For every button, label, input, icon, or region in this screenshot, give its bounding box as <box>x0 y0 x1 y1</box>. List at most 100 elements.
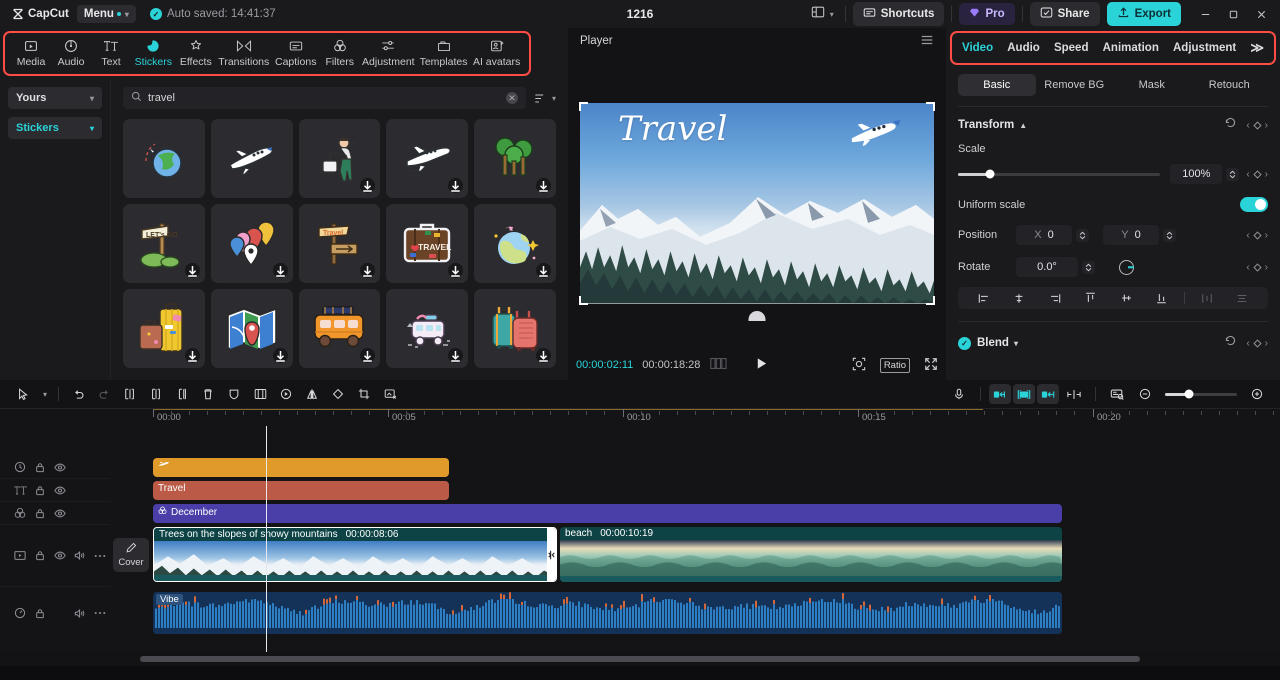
playhead[interactable] <box>266 426 267 652</box>
uniform-scale-toggle[interactable] <box>1240 197 1268 212</box>
nav-item-templates[interactable]: Templates <box>417 36 470 70</box>
sticker-map-pins[interactable] <box>210 204 293 283</box>
sticker-teal-red-luggage[interactable] <box>474 289 556 368</box>
redo-icon[interactable] <box>91 383 117 405</box>
resize-handle-tr[interactable] <box>926 101 935 111</box>
chevron-up-icon[interactable]: ▲ <box>1019 121 1027 130</box>
download-icon[interactable] <box>448 178 464 193</box>
sticker-globe-with-plane[interactable] <box>123 119 205 198</box>
tab-speed[interactable]: Speed <box>1054 42 1089 54</box>
timeline-ruler[interactable]: 00:00 00:05 00:10 00:15 00:20 <box>0 408 1280 426</box>
sticker-traveler-with-luggage[interactable] <box>298 119 381 198</box>
align-right-icon[interactable] <box>1037 293 1073 304</box>
rotate-stepper[interactable] <box>1082 260 1095 274</box>
download-icon[interactable] <box>360 263 376 278</box>
auto-cut-left-icon[interactable] <box>989 384 1011 404</box>
frames-icon[interactable] <box>710 358 727 372</box>
nav-item-media[interactable]: Media <box>11 36 51 70</box>
download-icon[interactable] <box>448 263 464 278</box>
volume-icon[interactable] <box>70 550 90 561</box>
sticker-lets-go-signpost[interactable]: LET's GO <box>123 204 205 283</box>
nav-item-stickers[interactable]: Stickers <box>131 36 176 70</box>
library-category-select[interactable]: Stickers ▾ <box>8 117 102 139</box>
zoom-slider-knob[interactable] <box>1184 389 1194 399</box>
lock-icon[interactable] <box>30 550 50 561</box>
download-icon[interactable] <box>184 348 200 363</box>
download-icon[interactable] <box>360 348 376 363</box>
sticker-orange-van[interactable] <box>298 289 381 368</box>
cover-button[interactable]: Cover <box>113 538 149 572</box>
freeze-icon[interactable] <box>247 383 273 405</box>
undo-icon[interactable] <box>65 383 91 405</box>
eye-icon[interactable] <box>50 551 70 560</box>
split-icon[interactable] <box>117 383 143 405</box>
scale-slider[interactable] <box>958 169 1161 179</box>
subtab-retouch[interactable]: Retouch <box>1191 74 1269 96</box>
position-x-stepper[interactable] <box>1076 228 1089 242</box>
position-keyframe-icon[interactable]: ‹ › <box>1246 230 1268 241</box>
record-voiceover-icon[interactable] <box>946 383 972 405</box>
mirror-icon[interactable] <box>299 383 325 405</box>
chevron-down-icon[interactable]: ▾ <box>1014 339 1018 348</box>
volume-icon[interactable] <box>70 608 90 619</box>
clip-sticker[interactable] <box>153 458 449 477</box>
horizontal-scrollbar[interactable] <box>140 656 1140 662</box>
download-icon[interactable] <box>272 348 288 363</box>
blend-reset-icon[interactable] <box>1224 334 1237 352</box>
distribute-v-icon[interactable] <box>1224 293 1260 304</box>
download-icon[interactable] <box>184 263 200 278</box>
position-x-input[interactable]: X 0 <box>1016 225 1072 245</box>
nav-item-text[interactable]: Text <box>91 36 131 70</box>
clip-text[interactable]: Travel <box>153 481 449 500</box>
sticker-folded-map[interactable] <box>210 289 293 368</box>
sticker-earth-with-car[interactable] <box>474 204 556 283</box>
clip-video-selected[interactable]: Trees on the slopes of snowy mountains 0… <box>153 527 557 582</box>
subtab-mask[interactable]: Mask <box>1113 74 1191 96</box>
distribute-h-icon[interactable] <box>1189 293 1225 304</box>
rotate-input[interactable]: 0.0° <box>1016 257 1078 277</box>
more-tabs-icon[interactable]: ≫ <box>1250 40 1264 56</box>
reset-icon[interactable] <box>1224 116 1237 134</box>
select-tool-chevron-icon[interactable]: ▾ <box>36 383 52 405</box>
download-icon[interactable] <box>536 178 551 193</box>
share-button[interactable]: Share <box>1029 2 1100 26</box>
nav-item-filters[interactable]: Filters <box>320 36 360 70</box>
reverse-icon[interactable] <box>273 383 299 405</box>
sticker-travel-suitcase[interactable]: TRAVEL <box>386 204 469 283</box>
scale-keyframe-icon[interactable]: ‹ › <box>1246 169 1268 180</box>
rotate-keyframe-icon[interactable]: ‹ › <box>1246 262 1268 273</box>
zoom-out-icon[interactable] <box>1132 383 1158 405</box>
zoom-fit-icon[interactable] <box>852 357 866 374</box>
remove-bg-icon[interactable] <box>377 383 403 405</box>
rotate-dial[interactable] <box>1119 259 1134 275</box>
mask-shape-icon[interactable] <box>221 383 247 405</box>
search-input[interactable]: travel ✕ <box>123 87 526 109</box>
sticker-travel-signpost[interactable]: Travel <box>298 204 381 283</box>
subtab-basic[interactable]: Basic <box>958 74 1036 96</box>
trim-handle-right[interactable] <box>547 528 556 581</box>
resize-handle-br[interactable] <box>926 295 935 305</box>
fullscreen-icon[interactable] <box>924 357 938 374</box>
lock-icon[interactable] <box>30 608 50 619</box>
download-icon[interactable] <box>272 263 288 278</box>
timeline-zoom-slider[interactable] <box>1165 389 1237 399</box>
lock-icon[interactable] <box>30 462 50 473</box>
nav-item-effects[interactable]: Effects <box>176 36 216 70</box>
subtab-remove-bg[interactable]: Remove BG <box>1036 74 1114 96</box>
tab-adjustment[interactable]: Adjustment <box>1173 42 1236 54</box>
auto-cut-right-icon[interactable] <box>1037 384 1059 404</box>
position-y-input[interactable]: Y 0 <box>1103 225 1159 245</box>
video-selection-frame[interactable]: Travel <box>579 101 935 321</box>
clip-video-beach[interactable]: beach 00:00:10:19 <box>560 527 1062 582</box>
tab-animation[interactable]: Animation <box>1103 42 1159 54</box>
trim-right-icon[interactable] <box>169 383 195 405</box>
scale-stepper[interactable] <box>1226 167 1240 181</box>
rotate-handle[interactable] <box>748 310 766 321</box>
scale-slider-knob[interactable] <box>985 169 995 179</box>
library-source-select[interactable]: Yours ▾ <box>8 87 102 109</box>
lock-icon[interactable] <box>30 508 50 519</box>
download-icon[interactable] <box>360 178 376 193</box>
keyframe-icon[interactable]: ‹ › <box>1246 120 1268 131</box>
shortcuts-button[interactable]: Shortcuts <box>852 2 945 26</box>
align-middle-v-icon[interactable] <box>1109 292 1145 304</box>
